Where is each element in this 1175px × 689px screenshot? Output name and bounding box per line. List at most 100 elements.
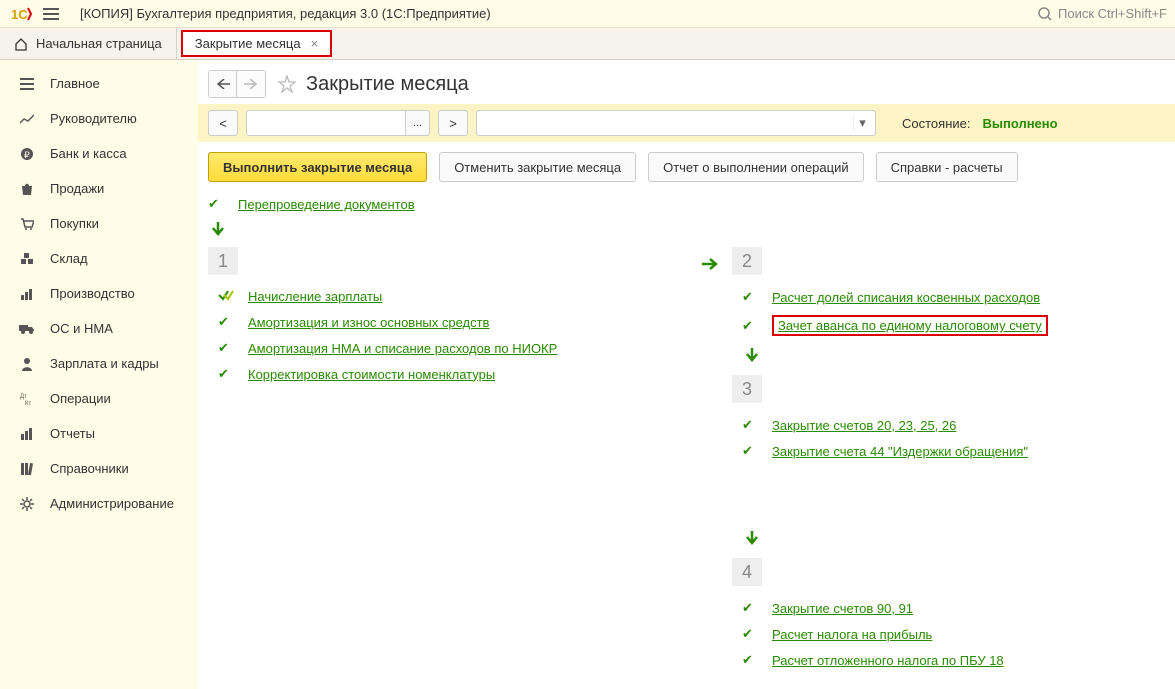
sidebar: Главное Руководителю ₽Банк и касса Прода… [0, 60, 198, 689]
app-logo: 1С [8, 4, 36, 24]
nav-buttons [208, 70, 266, 98]
toolbar-strip: < ... > ▾ Состояние: Выполнено [198, 104, 1175, 142]
stage-4-number: 4 [732, 558, 762, 586]
cancel-close-button[interactable]: Отменить закрытие месяца [439, 152, 636, 182]
report-button[interactable]: Отчет о выполнении операций [648, 152, 864, 182]
prev-period-button[interactable]: < [208, 110, 238, 136]
sidebar-item-refs[interactable]: Справочники [0, 451, 198, 486]
buttons-row: Выполнить закрытие месяца Отменить закры… [198, 142, 1175, 192]
tabs-row: Начальная страница Закрытие месяца × [0, 28, 1175, 60]
right-column: 2 ✔ Расчет долей списания косвенных расхо… [732, 247, 1165, 674]
svg-text:Дт: Дт [20, 394, 27, 400]
stage3-item-0[interactable]: Закрытие счетов 20, 23, 25, 26 [772, 418, 956, 433]
check-icon: ✔ [218, 366, 234, 382]
stage1-item-0[interactable]: Начисление зарплаты [248, 289, 382, 304]
check-icon: ✔ [208, 196, 224, 212]
stage1-item-3[interactable]: Корректировка стоимости номенклатуры [248, 367, 495, 382]
check-icon: ✔ [742, 600, 758, 616]
sidebar-item-manager[interactable]: Руководителю [0, 101, 198, 136]
main-content: Закрытие месяца < ... > ▾ Состояние: Вып… [198, 60, 1175, 689]
search-placeholder: Поиск Ctrl+Shift+F [1058, 6, 1167, 21]
organization-select[interactable]: ▾ [476, 110, 876, 136]
check-icon: ✔ [742, 443, 758, 459]
tab-active-label: Закрытие месяца [195, 36, 301, 51]
window-title: [КОПИЯ] Бухгалтерия предприятия, редакци… [80, 6, 491, 21]
sidebar-item-sales[interactable]: Продажи [0, 171, 198, 206]
page-head: Закрытие месяца [198, 60, 1175, 104]
sidebar-item-main[interactable]: Главное [0, 66, 198, 101]
chart-icon [18, 113, 36, 125]
home-icon [14, 37, 28, 51]
period-picker-button[interactable]: ... [406, 110, 430, 136]
stage-1-number: 1 [208, 247, 238, 275]
factory-icon [18, 287, 36, 301]
operations-icon: ДтКт [18, 392, 36, 406]
boxes-icon [18, 252, 36, 266]
check-icon: ✔ [742, 652, 758, 668]
arrow-down-icon [198, 218, 1175, 247]
period-input[interactable] [246, 110, 406, 136]
sidebar-item-reports[interactable]: Отчеты [0, 416, 198, 451]
preop-row: ✔ Перепроведение документов [198, 192, 1175, 218]
check-icon: ✔ [218, 314, 234, 330]
sidebar-item-operations[interactable]: ДтКтОперации [0, 381, 198, 416]
stage-2-number: 2 [732, 247, 762, 275]
next-period-button[interactable]: > [438, 110, 468, 136]
nav-back-button[interactable] [209, 71, 237, 97]
stage2-item-1[interactable]: Зачет аванса по единому налоговому счету [778, 318, 1042, 333]
bag-icon [18, 182, 36, 196]
sidebar-item-production[interactable]: Производство [0, 276, 198, 311]
bars-icon [18, 427, 36, 441]
check-icon: ✔ [218, 340, 234, 356]
arrow-down-icon [732, 342, 1165, 375]
favorite-button[interactable] [276, 73, 298, 95]
check-icon: ✔ [742, 417, 758, 433]
stage-3-number: 3 [732, 375, 762, 403]
sidebar-item-hr[interactable]: Зарплата и кадры [0, 346, 198, 381]
stage2-item-0[interactable]: Расчет долей списания косвенных расходов [772, 290, 1040, 305]
truck-icon [18, 323, 36, 335]
sidebar-item-bank[interactable]: ₽Банк и касса [0, 136, 198, 171]
check-icon: ✔ [742, 626, 758, 642]
menu-icon [18, 78, 36, 90]
stage4-item-1[interactable]: Расчет налога на прибыль [772, 627, 932, 642]
stage3-item-1[interactable]: Закрытие счета 44 "Издержки обращения" [772, 444, 1028, 459]
sidebar-item-warehouse[interactable]: Склад [0, 241, 198, 276]
highlighted-item: Зачет аванса по единому налоговому счету [772, 315, 1048, 336]
execute-close-button[interactable]: Выполнить закрытие месяца [208, 152, 427, 182]
svg-text:Кт: Кт [25, 401, 31, 406]
hamburger-icon[interactable] [36, 8, 66, 20]
stage4-item-0[interactable]: Закрытие счетов 90, 91 [772, 601, 913, 616]
close-icon[interactable]: × [311, 36, 319, 51]
top-bar: 1С [КОПИЯ] Бухгалтерия предприятия, реда… [0, 0, 1175, 28]
sidebar-item-admin[interactable]: Администрирование [0, 486, 198, 521]
stage1-item-2[interactable]: Амортизация НМА и списание расходов по Н… [248, 341, 557, 356]
check-icon: ✔ [742, 289, 758, 305]
ruble-icon: ₽ [18, 147, 36, 161]
chevron-down-icon[interactable]: ▾ [853, 115, 871, 131]
stage1-item-1[interactable]: Амортизация и износ основных средств [248, 315, 489, 330]
search-box[interactable]: Поиск Ctrl+Shift+F [1038, 6, 1167, 21]
arrow-down-icon [732, 525, 1165, 558]
calc-button[interactable]: Справки - расчеты [876, 152, 1018, 182]
sidebar-item-assets[interactable]: ОС и НМА [0, 311, 198, 346]
search-icon [1038, 7, 1052, 21]
page-title: Закрытие месяца [306, 73, 469, 96]
books-icon [18, 462, 36, 476]
svg-text:1С: 1С [11, 7, 28, 22]
check-icon: ✔ [742, 318, 758, 334]
arrow-right-icon [698, 247, 722, 674]
tab-home[interactable]: Начальная страница [0, 28, 177, 59]
tab-home-label: Начальная страница [36, 36, 162, 51]
state-label: Состояние: [902, 116, 970, 131]
tab-active[interactable]: Закрытие месяца × [181, 30, 332, 57]
nav-forward-button[interactable] [237, 71, 265, 97]
sidebar-item-purchases[interactable]: Покупки [0, 206, 198, 241]
state-value: Выполнено [982, 116, 1057, 131]
gear-icon [18, 497, 36, 511]
person-icon [18, 357, 36, 371]
svg-text:₽: ₽ [24, 150, 30, 160]
stage4-item-2[interactable]: Расчет отложенного налога по ПБУ 18 [772, 653, 1004, 668]
check-double-icon [218, 289, 234, 304]
reprocess-link[interactable]: Перепроведение документов [238, 197, 415, 212]
